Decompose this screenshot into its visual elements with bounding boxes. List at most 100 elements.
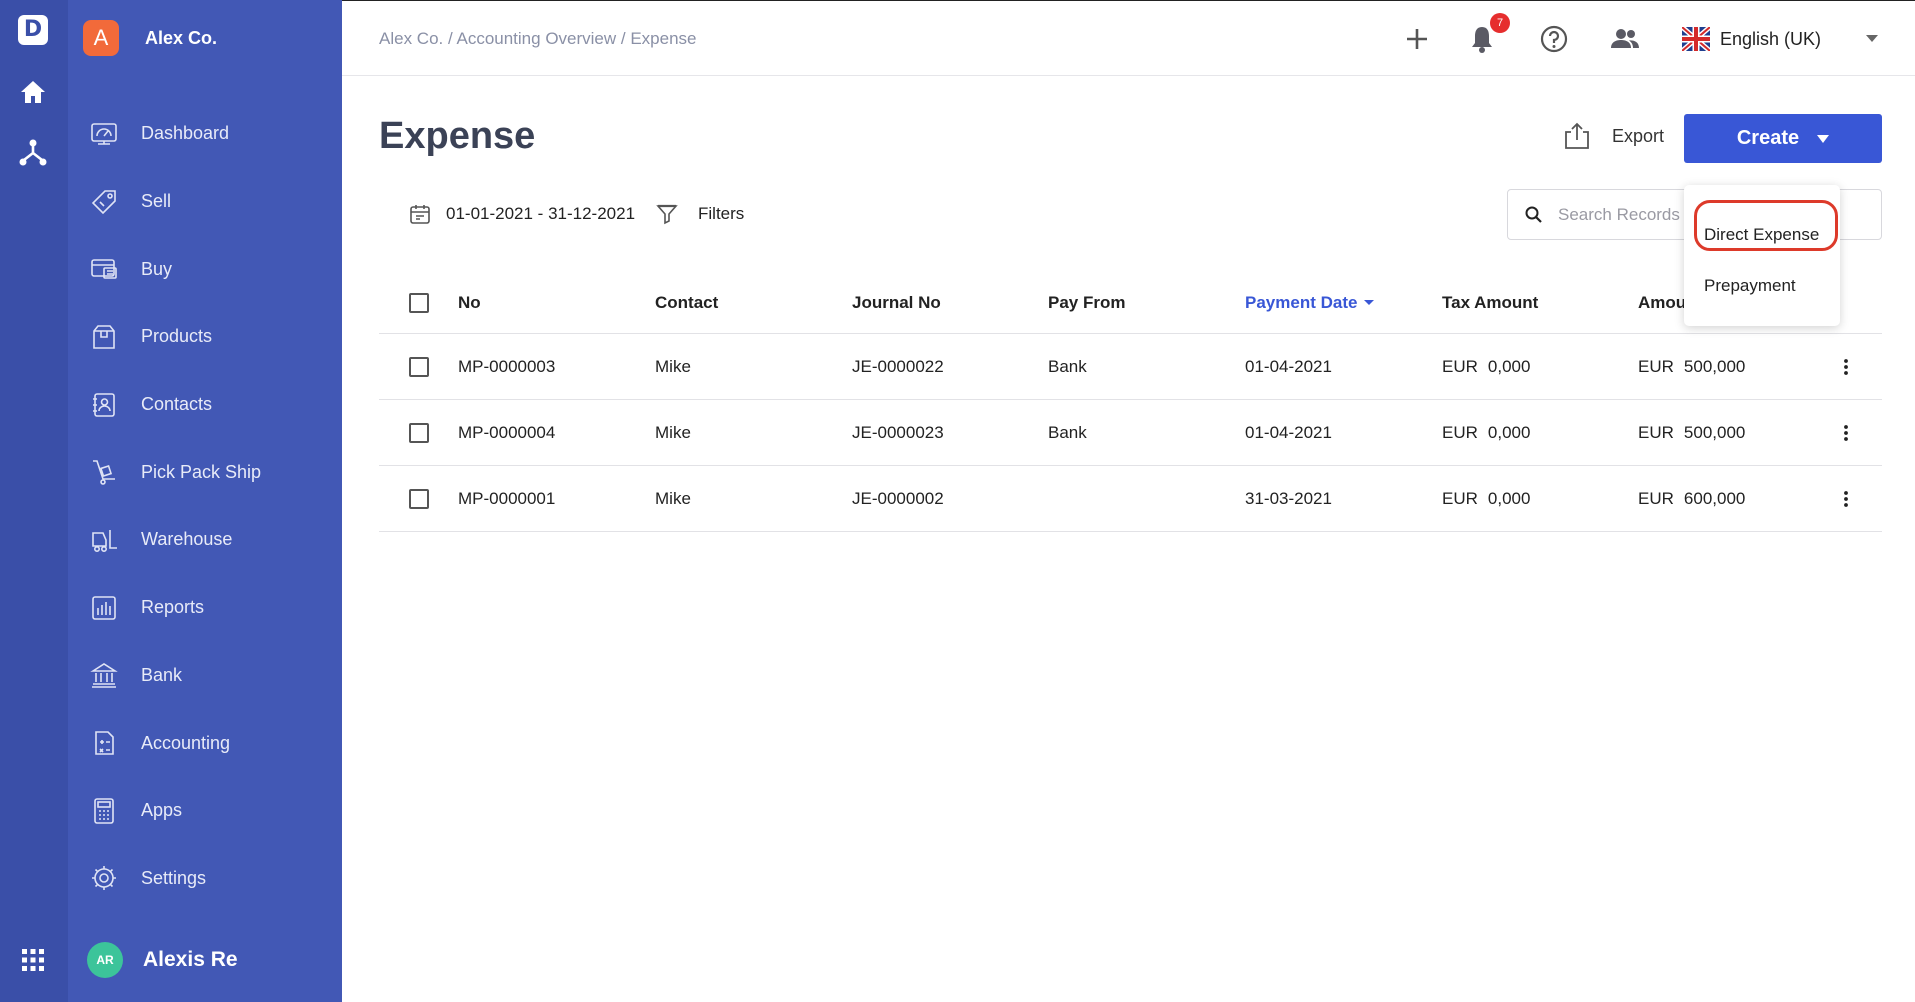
bank-icon bbox=[89, 660, 119, 690]
cell-journal-no: JE-0000022 bbox=[852, 356, 944, 376]
sidebar-item-warehouse[interactable]: Warehouse bbox=[68, 506, 342, 574]
value: 500,000 bbox=[1683, 422, 1746, 442]
tag-icon bbox=[89, 187, 119, 217]
sidebar-item-sell[interactable]: Sell bbox=[68, 168, 342, 236]
currency: EUR bbox=[1638, 356, 1674, 376]
cell-payment-date: 31-03-2021 bbox=[1245, 488, 1332, 508]
value: 500,000 bbox=[1683, 356, 1746, 376]
help-icon[interactable] bbox=[1538, 23, 1570, 55]
select-all-checkbox[interactable] bbox=[409, 292, 429, 313]
row-checkbox[interactable] bbox=[409, 356, 429, 377]
bar-report-icon bbox=[89, 593, 119, 623]
sidebar-item-contacts[interactable]: Contacts bbox=[68, 371, 342, 439]
chevron-down-icon[interactable] bbox=[1866, 35, 1878, 42]
hand-truck-icon bbox=[89, 457, 119, 487]
box-icon bbox=[89, 322, 119, 352]
sidebar-item-settings[interactable]: Settings bbox=[68, 845, 342, 913]
sidebar-item-label: Pick Pack Ship bbox=[141, 461, 262, 482]
more-vert-icon[interactable] bbox=[1834, 487, 1858, 511]
column-header-payment-date[interactable]: Payment Date bbox=[1245, 272, 1375, 333]
user-profile[interactable]: AR Alexis Re bbox=[87, 942, 238, 978]
table-row[interactable]: MP-0000003 Mike JE-0000022 Bank 01-04-20… bbox=[379, 334, 1882, 400]
export-button[interactable]: Export bbox=[1562, 121, 1664, 151]
export-label: Export bbox=[1612, 125, 1665, 146]
bell-icon[interactable]: 7 bbox=[1466, 13, 1510, 55]
sidebar-item-label: Products bbox=[141, 326, 213, 347]
currency: EUR bbox=[1638, 422, 1674, 442]
create-button[interactable]: Create bbox=[1684, 114, 1882, 163]
sort-desc-icon bbox=[1364, 300, 1375, 305]
column-header-journal-no[interactable]: Journal No bbox=[852, 272, 941, 333]
calendar-icon bbox=[410, 205, 430, 224]
cell-contact: Mike bbox=[655, 488, 691, 508]
company-name: Alex Co. bbox=[145, 27, 218, 48]
cell-amount: EUR 500,000 bbox=[1638, 400, 1745, 465]
cell-payment-date: 01-04-2021 bbox=[1245, 356, 1332, 376]
filter-icon bbox=[656, 204, 678, 225]
cell-pay-from: Bank bbox=[1048, 422, 1087, 442]
home-icon[interactable] bbox=[17, 76, 49, 108]
cell-no[interactable]: MP-0000003 bbox=[458, 334, 555, 399]
notification-badge: 7 bbox=[1490, 13, 1510, 33]
row-actions-cell bbox=[1834, 466, 1858, 531]
create-label: Create bbox=[1736, 127, 1800, 149]
column-header-amount[interactable]: Amou bbox=[1638, 272, 1686, 333]
avatar: AR bbox=[87, 942, 123, 978]
cell-no[interactable]: MP-0000001 bbox=[458, 466, 555, 531]
value: 0,000 bbox=[1487, 356, 1531, 376]
search-icon bbox=[1525, 206, 1542, 223]
sidebar-item-label: Settings bbox=[141, 867, 207, 888]
value: 600,000 bbox=[1683, 488, 1746, 508]
select-all-cell bbox=[409, 272, 429, 333]
table-header-row: No Contact Journal No Pay From Payment D… bbox=[379, 272, 1882, 334]
hierarchy-icon[interactable] bbox=[17, 136, 49, 168]
row-checkbox[interactable] bbox=[409, 488, 429, 509]
team-icon[interactable] bbox=[1609, 23, 1641, 55]
dashboard-icon bbox=[89, 119, 119, 149]
table-row[interactable]: MP-0000004 Mike JE-0000023 Bank 01-04-20… bbox=[379, 400, 1882, 466]
cell-no[interactable]: MP-0000004 bbox=[458, 400, 555, 465]
sidebar-item-reports[interactable]: Reports bbox=[68, 574, 342, 642]
sidebar-item-buy[interactable]: Buy bbox=[68, 235, 342, 303]
cell-contact: Mike bbox=[655, 422, 691, 442]
language-label: English (UK) bbox=[1720, 28, 1822, 49]
calculator-icon bbox=[89, 796, 119, 826]
app-logo[interactable]: D bbox=[18, 15, 48, 45]
value: 0,000 bbox=[1487, 488, 1531, 508]
more-vert-icon[interactable] bbox=[1834, 421, 1858, 445]
breadcrumb[interactable]: Alex Co. / Accounting Overview / Expense bbox=[379, 29, 697, 49]
sidebar-item-bank[interactable]: Bank bbox=[68, 642, 342, 710]
column-header-contact[interactable]: Contact bbox=[655, 272, 718, 333]
currency: EUR bbox=[1442, 488, 1478, 508]
plus-icon[interactable] bbox=[1401, 23, 1433, 55]
sidebar-item-apps[interactable]: Apps bbox=[68, 777, 342, 845]
menu-item-prepayment[interactable]: Prepayment bbox=[1704, 276, 1796, 296]
company-avatar: A bbox=[83, 20, 119, 56]
column-header-pay-from[interactable]: Pay From bbox=[1048, 272, 1125, 333]
sidebar-item-dashboard[interactable]: Dashboard bbox=[68, 100, 342, 168]
sidebar-item-products[interactable]: Products bbox=[68, 303, 342, 371]
column-header-no[interactable]: No bbox=[458, 272, 481, 333]
apps-grid-icon[interactable] bbox=[17, 944, 49, 976]
table-row[interactable]: MP-0000001 Mike JE-0000002 31-03-2021 EU… bbox=[379, 466, 1882, 532]
row-select-cell bbox=[409, 334, 429, 399]
currency: EUR bbox=[1638, 488, 1674, 508]
wallet-icon bbox=[89, 254, 119, 284]
row-checkbox[interactable] bbox=[409, 422, 429, 443]
share-export-icon bbox=[1565, 122, 1589, 149]
sidebar-item-pick-pack-ship[interactable]: Pick Pack Ship bbox=[68, 438, 342, 506]
sidebar-item-accounting[interactable]: Accounting bbox=[68, 709, 342, 777]
sidebar-item-label: Reports bbox=[141, 597, 205, 618]
column-header-tax-amount[interactable]: Tax Amount bbox=[1442, 272, 1538, 333]
sidebar-item-label: Buy bbox=[141, 258, 173, 279]
company-switcher[interactable]: A Alex Co. bbox=[83, 20, 217, 56]
column-header-label: Payment Date bbox=[1245, 292, 1358, 312]
value: 0,000 bbox=[1487, 422, 1531, 442]
filters-label: Filters bbox=[698, 204, 745, 223]
date-range-picker[interactable]: 01-01-2021 - 31-12-2021 bbox=[408, 202, 635, 226]
filters-button[interactable]: Filters bbox=[655, 202, 744, 226]
sidebar-item-label: Contacts bbox=[141, 394, 213, 415]
language-selector[interactable]: English (UK) bbox=[1682, 27, 1821, 51]
cell-amount: EUR 500,000 bbox=[1638, 334, 1745, 399]
more-vert-icon[interactable] bbox=[1834, 355, 1858, 379]
